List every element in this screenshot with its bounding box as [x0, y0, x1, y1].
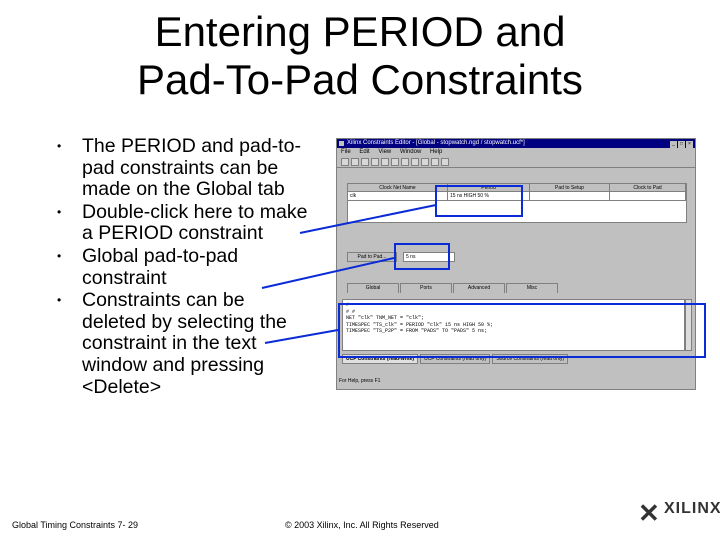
col-clock-to-pad: Clock to Pad: [610, 184, 686, 192]
bullet-list: • The PERIOD and pad-to-pad constraints c…: [52, 135, 312, 399]
window-titlebar: Xilinx Constraints Editor - [Global - st…: [337, 139, 695, 148]
tab-global[interactable]: Global: [347, 283, 399, 293]
logo-text: XILINX: [664, 500, 720, 517]
minimize-icon[interactable]: _: [670, 141, 677, 148]
pad-to-pad-highlight-box: [394, 243, 450, 270]
slide-title: Entering PERIOD and Pad-To-Pad Constrain…: [0, 8, 720, 104]
print-icon[interactable]: [371, 158, 379, 166]
menu-bar: File Edit View Window Help: [337, 148, 695, 156]
bullet-item: • Global pad-to-pad constraint: [52, 244, 312, 289]
bullet-text: The PERIOD and pad-to-pad constraints ca…: [82, 135, 301, 201]
cut-icon[interactable]: [381, 158, 389, 166]
bullet-symbol: •: [57, 293, 62, 308]
bullet-symbol: •: [57, 248, 62, 263]
editor-tabs: Global Ports Advanced Misc: [347, 283, 559, 293]
footer-left: Global Timing Constraints 7- 29: [12, 520, 139, 530]
title-line-2: Pad-To-Pad Constraints: [137, 56, 583, 103]
redo-icon[interactable]: [431, 158, 439, 166]
menu-window[interactable]: Window: [400, 149, 421, 155]
col-clock-net-name: Clock Net Name: [348, 184, 448, 192]
tab-misc[interactable]: Misc: [506, 283, 558, 293]
open-icon[interactable]: [351, 158, 359, 166]
bullet-item: • The PERIOD and pad-to-pad constraints c…: [52, 135, 312, 201]
tab-advanced[interactable]: Advanced: [453, 283, 505, 293]
pad-to-pad-button[interactable]: Pad to Pad...: [347, 252, 397, 262]
toolbar: [337, 156, 695, 168]
title-line-1: Entering PERIOD and: [154, 8, 566, 55]
bullet-symbol: •: [57, 204, 62, 219]
menu-help[interactable]: Help: [430, 149, 442, 155]
cell-pad-to-setup[interactable]: [530, 192, 610, 201]
save-icon[interactable]: [361, 158, 369, 166]
new-icon[interactable]: [341, 158, 349, 166]
menu-view[interactable]: View: [378, 149, 391, 155]
status-bar: For Help, press F1: [339, 378, 381, 384]
delete-icon[interactable]: [411, 158, 419, 166]
app-icon: [339, 141, 344, 146]
bullet-item: • Constraints can be deleted by selecting…: [52, 289, 312, 398]
window-title: Xilinx Constraints Editor - [Global - st…: [347, 140, 525, 146]
window-controls: _ □ ×: [669, 140, 693, 149]
xilinx-mark-icon: ✕: [638, 498, 660, 528]
bullet-text: Double-click here to make a PERIOD const…: [82, 200, 308, 245]
footer-center: © 2003 Xilinx, Inc. All Rights Reserved: [285, 520, 439, 530]
bullet-text: Global pad-to-pad constraint: [82, 244, 239, 289]
close-icon[interactable]: ×: [686, 141, 693, 148]
bullet-symbol: •: [57, 139, 62, 153]
menu-file[interactable]: File: [341, 149, 351, 155]
xilinx-logo: ✕ XILINX: [638, 488, 720, 534]
text-window-highlight-box: [338, 303, 706, 358]
bullet-text: Constraints can be deleted by selecting …: [82, 289, 287, 398]
paste-icon[interactable]: [401, 158, 409, 166]
menu-edit[interactable]: Edit: [359, 149, 369, 155]
cell-clock-net[interactable]: clk: [348, 192, 448, 201]
cell-clock-to-pad[interactable]: [610, 192, 686, 201]
undo-icon[interactable]: [421, 158, 429, 166]
col-pad-to-setup: Pad to Setup: [530, 184, 610, 192]
tab-ports[interactable]: Ports: [400, 283, 452, 293]
copy-icon[interactable]: [391, 158, 399, 166]
period-highlight-box: [435, 185, 523, 217]
help-icon[interactable]: [441, 158, 449, 166]
maximize-icon[interactable]: □: [678, 141, 685, 148]
bullet-item: • Double-click here to make a PERIOD cons…: [52, 200, 312, 245]
